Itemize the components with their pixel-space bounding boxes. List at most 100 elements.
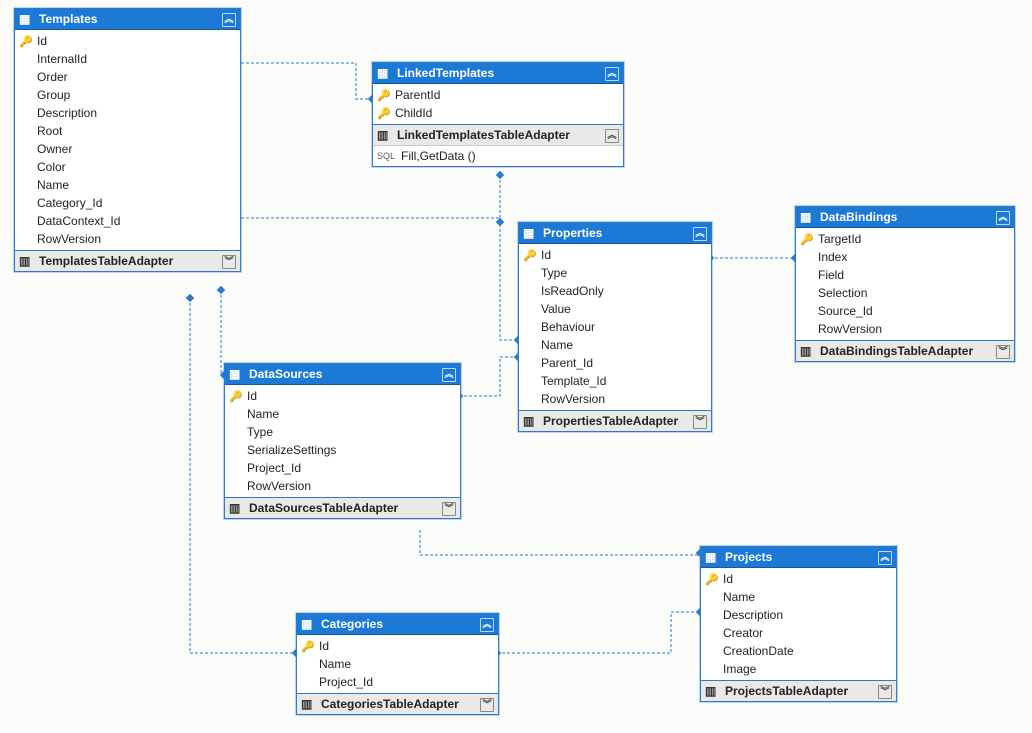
table-icon: ▦ [19,12,33,26]
table-adapter-bar[interactable]: ▥ ProjectsTableAdapter ︾ [701,680,896,701]
column-row[interactable]: 🔑ChildId [373,104,623,122]
column-row[interactable]: Value [519,300,711,318]
column-row[interactable]: SerializeSettings [225,441,460,459]
table-adapter-bar[interactable]: ▥ PropertiesTableAdapter ︾ [519,410,711,431]
table-icon: ▦ [377,66,391,80]
column-row[interactable]: Name [519,336,711,354]
column-row[interactable]: Description [701,606,896,624]
entity-title: Templates [39,12,222,26]
expand-icon[interactable]: ︾ [693,413,707,429]
adapter-name: DataSourcesTableAdapter [249,501,442,515]
column-row[interactable]: RowVersion [225,477,460,495]
adapter-method-row[interactable]: SQL Fill,GetData () [373,145,623,166]
column-row[interactable]: Image [701,660,896,678]
collapse-icon[interactable]: ︽ [693,225,707,241]
column-row[interactable]: Name [225,405,460,423]
adapter-icon: ▥ [800,344,814,358]
collapse-icon[interactable]: ︽ [222,11,236,27]
column-row[interactable]: Name [701,588,896,606]
entity-projects[interactable]: ▦ Projects ︽ 🔑Id Name Description Creato… [700,546,897,702]
table-adapter-bar[interactable]: ▥ DataSourcesTableAdapter ︾ [225,497,460,518]
column-row[interactable]: RowVersion [15,230,240,248]
entity-datasources[interactable]: ▦ DataSources ︽ 🔑Id Name Type SerializeS… [224,363,461,519]
expand-icon[interactable]: ︾ [442,500,456,516]
collapse-icon[interactable]: ︽ [605,65,619,81]
column-row[interactable]: IsReadOnly [519,282,711,300]
entity-databindings[interactable]: ▦ DataBindings ︽ 🔑TargetId Index Field S… [795,206,1015,362]
adapter-name: TemplatesTableAdapter [39,254,222,268]
column-row[interactable]: 🔑Id [225,387,460,405]
column-row[interactable]: Root [15,122,240,140]
collapse-icon[interactable]: ︽ [878,549,892,565]
table-adapter-bar[interactable]: ▥ LinkedTemplatesTableAdapter ︽ [373,124,623,145]
expand-icon[interactable]: ︾ [878,683,892,699]
collapse-icon[interactable]: ︽ [605,127,619,143]
column-row[interactable]: Creator [701,624,896,642]
adapter-icon: ▥ [19,254,33,268]
entity-titlebar[interactable]: ▦ LinkedTemplates ︽ [373,63,623,84]
entity-linkedtemplates[interactable]: ▦ LinkedTemplates ︽ 🔑ParentId 🔑ChildId ▥… [372,62,624,167]
column-row[interactable]: Project_Id [225,459,460,477]
column-row[interactable]: Type [519,264,711,282]
entity-templates[interactable]: ▦ Templates ︽ 🔑Id InternalId Order Group… [14,8,241,272]
column-row[interactable]: Group [15,86,240,104]
column-list: 🔑ParentId 🔑ChildId [373,84,623,124]
column-row[interactable]: Selection [796,284,1014,302]
column-row[interactable]: Project_Id [297,673,498,691]
column-row[interactable]: Color [15,158,240,176]
entity-title: Properties [543,226,693,240]
column-row[interactable]: 🔑Id [15,32,240,50]
column-row[interactable]: Parent_Id [519,354,711,372]
adapter-name: DataBindingsTableAdapter [820,344,996,358]
column-row[interactable]: Type [225,423,460,441]
table-adapter-bar[interactable]: ▥ CategoriesTableAdapter ︾ [297,693,498,714]
expand-icon[interactable]: ︾ [996,343,1010,359]
column-row[interactable]: Name [297,655,498,673]
dataset-designer-canvas[interactable]: ▦ Templates ︽ 🔑Id InternalId Order Group… [0,0,1032,733]
column-row[interactable]: 🔑Id [297,637,498,655]
entity-titlebar[interactable]: ▦ Templates ︽ [15,9,240,30]
table-adapter-bar[interactable]: ▥ TemplatesTableAdapter ︾ [15,250,240,271]
column-row[interactable]: Owner [15,140,240,158]
entity-title: DataBindings [820,210,996,224]
key-icon: 🔑 [705,573,719,586]
column-row[interactable]: Field [796,266,1014,284]
collapse-icon[interactable]: ︽ [480,616,494,632]
expand-icon[interactable]: ︾ [480,696,494,712]
entity-titlebar[interactable]: ▦ Projects ︽ [701,547,896,568]
column-row[interactable]: Index [796,248,1014,266]
column-row[interactable]: InternalId [15,50,240,68]
table-adapter-bar[interactable]: ▥ DataBindingsTableAdapter ︾ [796,340,1014,361]
column-row[interactable]: Category_Id [15,194,240,212]
entity-properties[interactable]: ▦ Properties ︽ 🔑Id Type IsReadOnly Value… [518,222,712,432]
column-row[interactable]: Description [15,104,240,122]
column-row[interactable]: Behaviour [519,318,711,336]
collapse-icon[interactable]: ︽ [442,366,456,382]
adapter-icon: ▥ [523,414,537,428]
adapter-name: LinkedTemplatesTableAdapter [397,128,605,142]
entity-titlebar[interactable]: ▦ DataBindings ︽ [796,207,1014,228]
column-row[interactable]: DataContext_Id [15,212,240,230]
column-row[interactable]: Order [15,68,240,86]
column-row[interactable]: 🔑ParentId [373,86,623,104]
column-list: 🔑Id Name Description Creator CreationDat… [701,568,896,680]
entity-titlebar[interactable]: ▦ DataSources ︽ [225,364,460,385]
column-row[interactable]: CreationDate [701,642,896,660]
entity-title: Projects [725,550,878,564]
column-row[interactable]: Source_Id [796,302,1014,320]
adapter-name: CategoriesTableAdapter [321,697,480,711]
column-row[interactable]: 🔑Id [519,246,711,264]
column-row[interactable]: Template_Id [519,372,711,390]
collapse-icon[interactable]: ︽ [996,209,1010,225]
entity-categories[interactable]: ▦ Categories ︽ 🔑Id Name Project_Id ▥ Cat… [296,613,499,715]
expand-icon[interactable]: ︾ [222,253,236,269]
table-icon: ▦ [229,367,243,381]
entity-titlebar[interactable]: ▦ Categories ︽ [297,614,498,635]
entity-titlebar[interactable]: ▦ Properties ︽ [519,223,711,244]
column-row[interactable]: RowVersion [796,320,1014,338]
key-icon: 🔑 [377,89,391,102]
column-row[interactable]: RowVersion [519,390,711,408]
column-row[interactable]: Name [15,176,240,194]
column-row[interactable]: 🔑Id [701,570,896,588]
column-row[interactable]: 🔑TargetId [796,230,1014,248]
